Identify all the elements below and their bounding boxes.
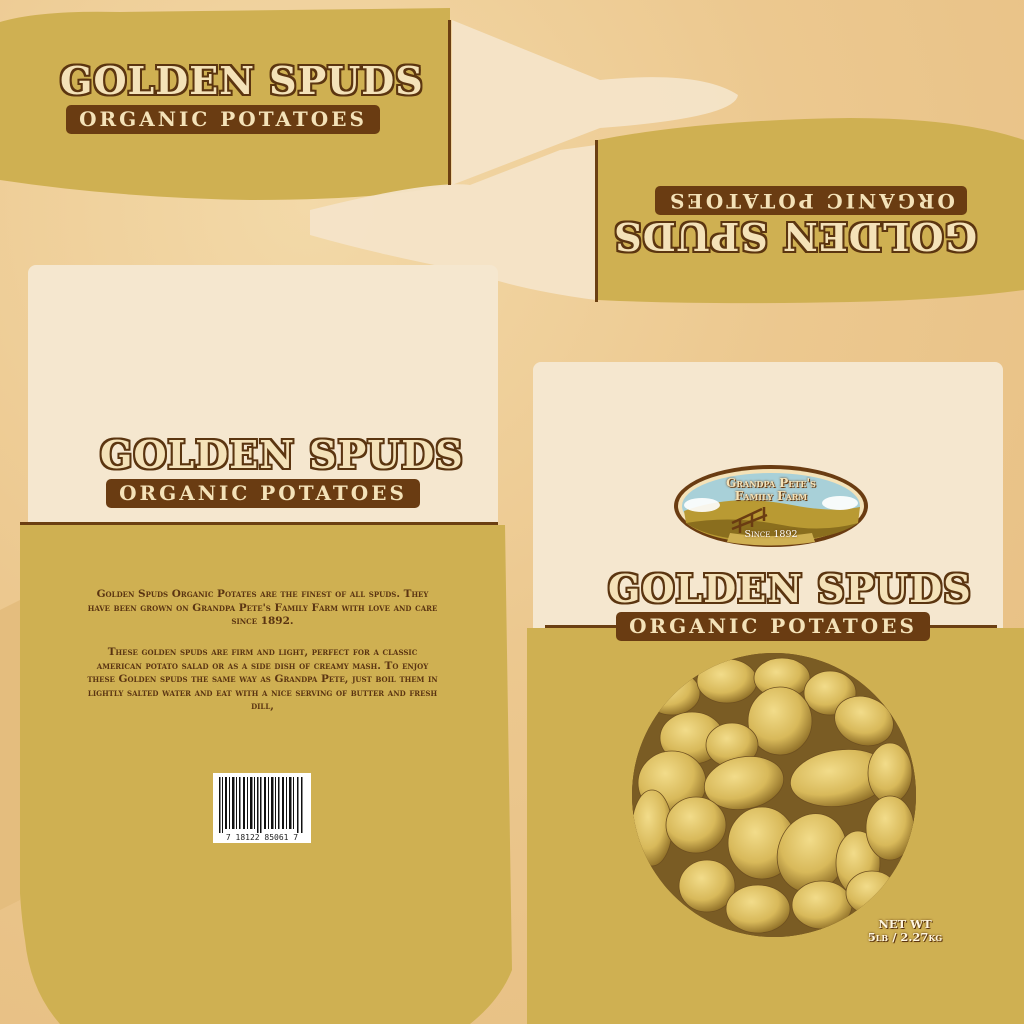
product-subtitle-flipped: ORGANIC POTATOES [655,186,967,215]
net-weight-value: 5lb / 2.27kg [867,930,943,944]
description-paragraph: These golden spuds are firm and light, p… [87,646,438,712]
fold-line [20,522,498,525]
farm-logo-text: Grandpa Pete's Family Farm [672,477,870,503]
farm-name-line2: Family Farm [734,489,808,503]
packaging-dieline: GOLDEN SPUDS ORGANIC POTATOES GOLDEN SPU… [0,0,1024,1024]
farm-logo: Grandpa Pete's Family Farm Since 1892 [672,463,870,549]
potato-window [632,653,916,937]
fold-line [448,20,451,185]
net-weight: NET WT 5lb / 2.27kg [840,918,970,944]
potatoes-image [632,653,916,937]
barcode-bars [219,777,303,833]
farm-since: Since 1892 [744,529,798,540]
brand-title: GOLDEN SPUDS [60,58,424,103]
product-subtitle: ORGANIC POTATOES [66,105,380,134]
brand-title: GOLDEN SPUDS [608,566,972,611]
product-subtitle: ORGANIC POTATOES [616,612,930,641]
barcode: 7 18122 85061 7 [213,773,311,843]
fold-line [595,140,598,302]
barcode-digits: 7 18122 85061 7 [225,833,299,842]
top-left-flap [0,8,450,200]
left-edge-tab [0,600,20,910]
brand-title: GOLDEN SPUDS [100,432,464,477]
description-paragraph: Golden Spuds Organic Potates are the fin… [87,588,438,627]
brand-title-flipped: GOLDEN SPUDS [613,214,977,259]
product-subtitle: ORGANIC POTATOES [106,479,420,508]
